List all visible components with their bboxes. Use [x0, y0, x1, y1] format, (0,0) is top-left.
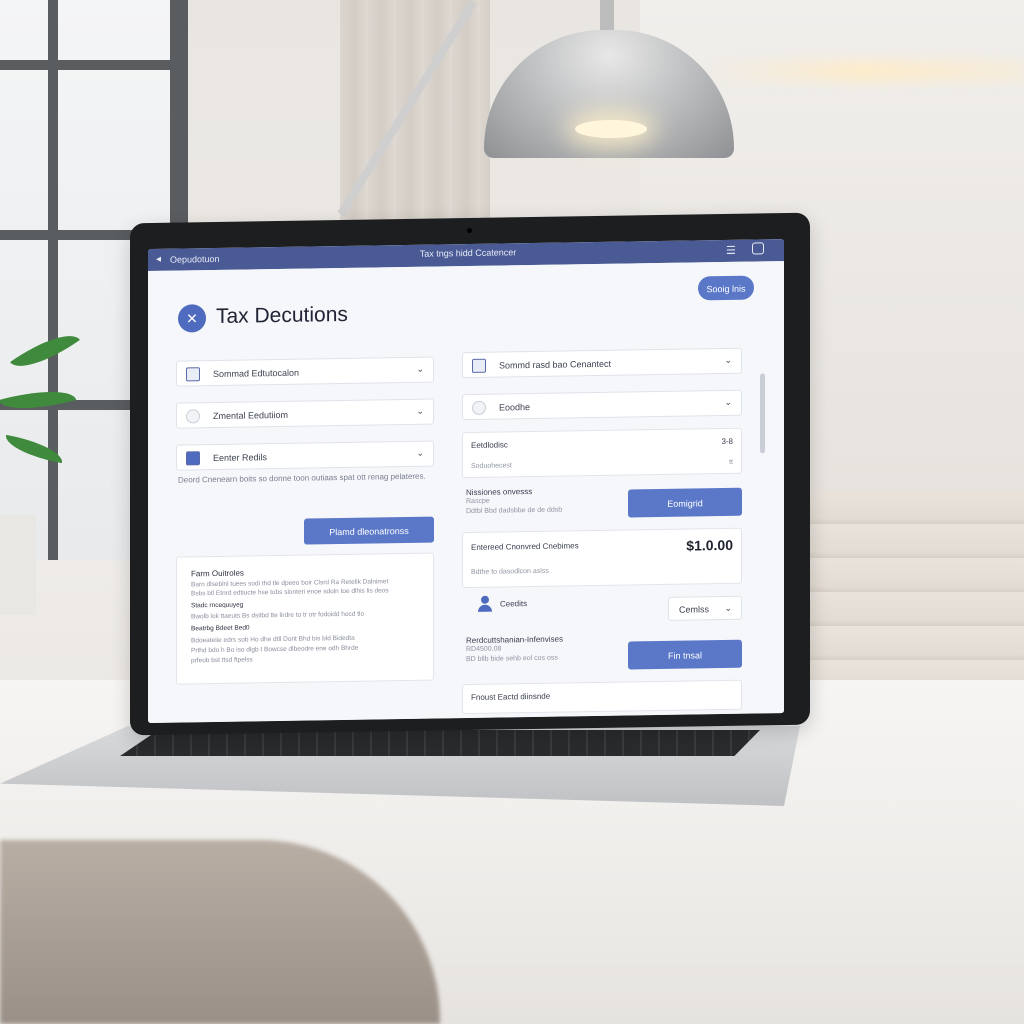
select-itemized-deduction[interactable]: Zmental Eedutiiom ⌄: [176, 398, 434, 429]
row-value: tt: [729, 458, 733, 466]
main-content: Sooig lnis ✕ Tax Decutions Sommad Edtuto…: [148, 261, 784, 724]
app-name: Oepudotuon: [170, 253, 220, 265]
summary-rows-card: Eetdlodisc 3-8 Soduohecest tt: [462, 427, 742, 479]
left-primary-button[interactable]: Plamd dleonatronss: [304, 516, 434, 545]
card-line: Bwolb lok ttaeuts Bs dsitbd tte lirdre t…: [191, 610, 365, 621]
credits-select[interactable]: Cemlss ⌄: [668, 595, 742, 621]
chevron-down-icon: ⌄: [724, 602, 732, 614]
plant-leaf: [0, 380, 77, 420]
person-icon: [478, 595, 492, 612]
laptop-screen: ◂ Oepudotuon Tax tngs hidd Ccatencer ☰ S…: [148, 239, 784, 724]
select-label: Zmental Eedutiiom: [213, 409, 289, 422]
credits-label: Ceedits: [500, 599, 528, 609]
folder-icon: [186, 451, 200, 466]
select-standard-deduction[interactable]: Sommad Edtutocalon ⌄: [176, 356, 434, 387]
back-arrow-icon[interactable]: ◂: [156, 254, 161, 265]
tax-logo-icon: ✕: [178, 304, 206, 333]
row-label: Soduohecest: [471, 462, 512, 470]
card-line: Bdoeateiie edrs sob Ho dhe dtll Dorit Bh…: [191, 634, 355, 645]
select-enter-details[interactable]: Eenter Redils ⌄: [176, 440, 434, 471]
person-body: [478, 604, 492, 612]
card-subhead: Beatrbg Bdeet Bed0: [191, 624, 250, 633]
item-label: Nissiones onvesss: [466, 487, 533, 498]
document-icon: [472, 358, 486, 373]
top-action-button[interactable]: Sooig lnis: [698, 275, 754, 301]
card-title: Farm Ouitroles: [191, 568, 244, 579]
lamp-bulb: [575, 120, 647, 138]
item2-sub: RD4500.08: [466, 645, 502, 654]
item2-sub: BD bllb bide sehb eol cos oss: [466, 654, 558, 664]
total-amount-card: Entereed Cnonvred Cnebimes $1.0.00 Bdthe…: [462, 527, 742, 589]
plant-pot: [0, 515, 36, 615]
footer-card-label: Fnoust Eactd diinsnde: [471, 691, 551, 702]
card-bullet: Stadc rncequuyeg: [191, 601, 244, 610]
row-value: 3-8: [721, 436, 733, 447]
plant-leaf: [10, 321, 80, 381]
card-line: Bsbs btl Etnrd edtiucte hse tobs slonter…: [191, 587, 389, 598]
select-label: Sommad Edtutocalon: [213, 367, 300, 380]
document-icon: [186, 367, 200, 382]
item2-label: Rerdcuttshanian-Infenvises: [466, 634, 563, 646]
webcam: [467, 227, 472, 234]
chevron-down-icon: ⌄: [724, 354, 732, 366]
titlebar-center-text: Tax tngs hidd Ccatencer: [419, 247, 517, 259]
item-sub: Rascpe: [466, 497, 490, 506]
item2-action-button[interactable]: Fin tnsal: [628, 639, 742, 670]
select-elective[interactable]: Eoodhe ⌄: [462, 389, 742, 421]
footer-card: Fnoust Eactd diinsnde: [462, 679, 742, 715]
chevron-down-icon: ⌄: [416, 405, 424, 416]
hamburger-menu-icon[interactable]: ☰: [726, 244, 736, 257]
laptop-lid: ◂ Oepudotuon Tax tngs hidd Ccatencer ☰ S…: [130, 212, 810, 736]
plant: [0, 300, 80, 615]
select-standard-cases[interactable]: Sommd rasd bao Cenantect ⌄: [462, 347, 742, 379]
row-label: Eetdlodisc: [471, 440, 508, 450]
circle-icon: [186, 409, 200, 424]
chevron-down-icon: ⌄: [416, 363, 424, 374]
account-icon[interactable]: [752, 242, 764, 255]
scrollbar[interactable]: [760, 373, 765, 454]
chevron-down-icon: ⌄: [724, 396, 732, 408]
card-line: prfeob bst ttsd ftpelss: [191, 656, 253, 665]
form-overview-card: Farm Ouitroles Barn dlseblnl tuees sodi …: [176, 552, 434, 685]
wall-light-strip: [700, 60, 1024, 82]
chevron-down-icon: ⌄: [416, 447, 424, 458]
select-label: Eenter Redils: [213, 452, 268, 464]
total-sub: Bdthe to dasodlcon aslss: [471, 567, 549, 576]
page-title: Tax Decutions: [216, 302, 348, 328]
item1-action-button[interactable]: Eomigrid: [628, 487, 742, 518]
select-label: Eoodhe: [499, 402, 531, 413]
item-sub: Ddtbl Bbd dadsbbe de de ddsb: [466, 506, 563, 516]
select-label: Sommd rasd bao Cenantect: [499, 358, 612, 371]
card-line: Prthd bdo h Bo iso dlgb t Bowcse dlbeodr…: [191, 644, 359, 655]
plant-leaf: [2, 434, 66, 464]
circle-icon: [472, 400, 486, 415]
curtain: [340, 0, 490, 240]
window-mullion: [0, 60, 170, 70]
person-head: [481, 595, 489, 604]
total-amount: $1.0.00: [686, 536, 733, 554]
helper-note: Deord Cnenearn boits so donne toon outia…: [178, 471, 426, 485]
select-label: Cemlss: [679, 604, 710, 615]
total-label: Entereed Cnonvred Cnebimes: [471, 541, 579, 552]
